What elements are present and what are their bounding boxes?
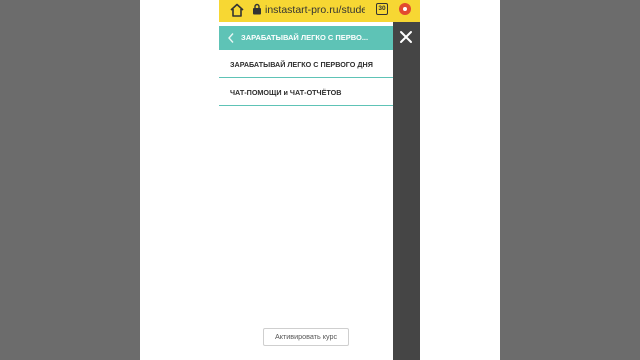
close-icon[interactable] xyxy=(399,30,413,44)
tabs-icon[interactable]: 30 xyxy=(376,3,388,15)
browser-address-bar: instastart-pro.ru/student 30 xyxy=(219,0,420,22)
lock-icon xyxy=(253,3,261,15)
activate-course-button[interactable]: Активировать курс xyxy=(263,328,349,346)
drawer-panel: ЗАРАБАТЫВАЙ ЛЕГКО С ПЕРВОГО ДНЯ ЧАТ-ПОМО… xyxy=(219,50,393,360)
menu-dot-icon[interactable] xyxy=(399,3,411,15)
left-letterbox xyxy=(0,0,140,360)
dim-overlay[interactable] xyxy=(393,22,420,360)
drawer-header[interactable]: ЗАРАБАТЫВАЙ ЛЕГКО С ПЕРВО... xyxy=(219,26,393,50)
url-field[interactable]: instastart-pro.ru/student xyxy=(265,2,365,18)
drawer-title: ЗАРАБАТЫВАЙ ЛЕГКО С ПЕРВО... xyxy=(241,33,369,42)
phone-screen: instastart-pro.ru/student 30 ЗАРАБАТЫВАЙ… xyxy=(219,0,420,360)
drawer-item-help-chat[interactable]: ЧАТ-ПОМОЩИ и ЧАТ-ОТЧЁТОВ xyxy=(219,80,393,106)
right-letterbox xyxy=(500,0,640,360)
home-icon[interactable] xyxy=(229,2,245,18)
drawer-item-earn-easy[interactable]: ЗАРАБАТЫВАЙ ЛЕГКО С ПЕРВОГО ДНЯ xyxy=(219,52,393,78)
chevron-left-icon[interactable] xyxy=(227,32,235,44)
